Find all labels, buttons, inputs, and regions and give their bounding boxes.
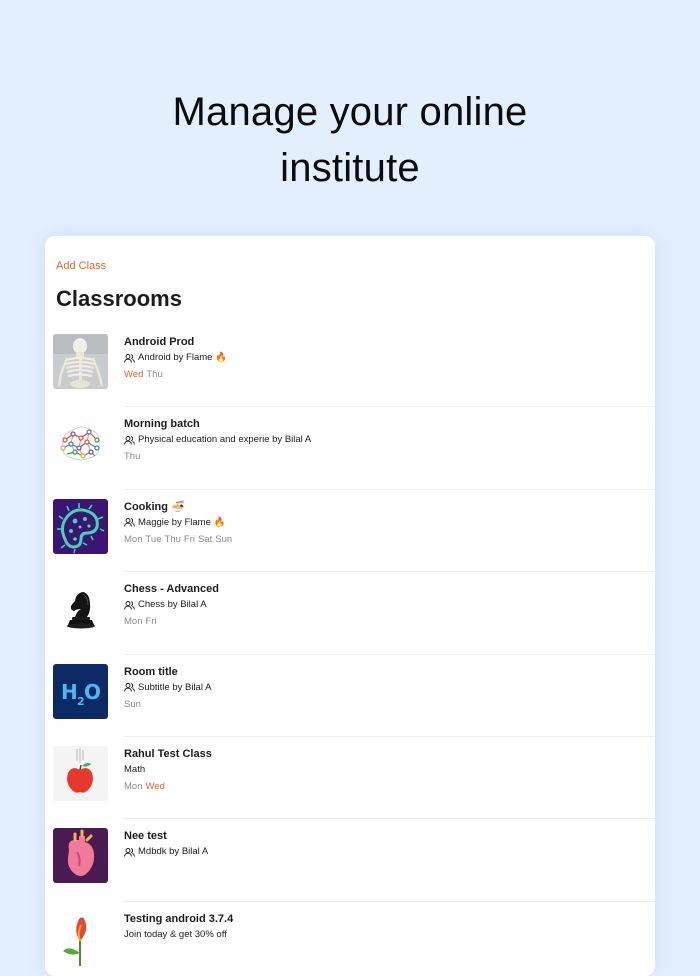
class-days: Mon Wed	[124, 780, 645, 793]
class-subtitle-text: Android by Flame 🔥	[138, 352, 227, 363]
skeleton-thumbnail	[53, 334, 108, 389]
h2o-thumbnail: H 2 O	[53, 663, 108, 719]
class-info: Testing android 3.7.4 Join today & get 30…	[124, 912, 645, 942]
class-info: Android Prod Android by Flame 🔥 Wed Thu	[124, 335, 645, 381]
class-title: Rahul Test Class	[124, 747, 212, 760]
class-subtitle: Join today & get 30% off	[124, 928, 645, 942]
people-icon	[124, 518, 138, 527]
class-row[interactable]: Testing android 3.7.4 Join today & get 30…	[45, 902, 655, 976]
day-label: Thu	[146, 369, 163, 380]
headline: Manage your online institute	[0, 84, 700, 196]
class-subtitle: Subtitle by Bilal A	[124, 681, 645, 695]
class-subtitle: Android by Flame 🔥	[124, 351, 645, 365]
class-info: Room title Subtitle by Bilal A Sun	[124, 665, 645, 711]
add-class-button[interactable]: Add Class	[56, 260, 106, 272]
day-label: Thu	[124, 451, 141, 463]
class-info: Nee test Mdbdk by Bilal A	[124, 829, 645, 859]
class-row[interactable]: H 2 O Room title Subtitle by Bilal A Sun	[45, 655, 655, 738]
class-title: Testing android 3.7.4	[124, 912, 234, 925]
class-subtitle-text: Mdbdk by Bilal A	[138, 846, 209, 858]
class-title: Room title	[124, 665, 178, 678]
chess-knight-thumbnail	[53, 581, 108, 637]
day-label: Tue	[145, 533, 162, 545]
people-icon	[124, 683, 138, 692]
class-row[interactable]: Rahul Test Class Math Mon Wed	[45, 737, 655, 820]
class-days: Mon Tue Thu Fri Sat Sun	[124, 533, 645, 546]
page-title: Classrooms	[56, 286, 182, 311]
day-label: Sun	[124, 698, 141, 710]
flower-thumbnail	[53, 910, 108, 966]
class-subtitle-text: Maggie by Flame 🔥	[138, 516, 226, 528]
svg-text:H: H	[61, 680, 78, 704]
people-icon	[124, 600, 138, 610]
day-label: Fri	[145, 616, 157, 628]
day-label: Mon	[124, 780, 143, 792]
classroom-list: Android Prod Android by Flame 🔥 Wed Thu Mor…	[45, 325, 655, 976]
class-subtitle: Chess by Bilal A	[124, 598, 645, 612]
microbe-thumbnail	[53, 498, 108, 554]
class-info: Cooking 🍜 Maggie by Flame 🔥 Mon Tue Thu Fri Sa…	[124, 500, 645, 546]
class-row[interactable]: Android Prod Android by Flame 🔥 Wed Thu	[45, 325, 655, 408]
class-info: Morning batch Physical education and expe…	[124, 417, 645, 463]
class-subtitle-text: Join today & get 30% off	[124, 928, 227, 940]
brain-network-thumbnail	[53, 416, 108, 472]
day-label: Mon	[124, 533, 143, 545]
class-days: Mon Fri	[124, 615, 645, 628]
class-title: Android Prod	[124, 336, 195, 348]
people-icon	[124, 353, 138, 363]
class-subtitle-text: Subtitle by Bilal A	[138, 681, 212, 693]
class-subtitle: Maggie by Flame 🔥	[124, 516, 645, 530]
svg-text:O: O	[84, 680, 101, 704]
class-info: Chess - Advanced Chess by Bilal A Mon Fri	[124, 582, 645, 628]
class-subtitle: Math	[124, 763, 645, 777]
headline-line-1: Manage your online	[172, 90, 528, 134]
class-info: Rahul Test Class Math Mon Wed	[124, 747, 645, 793]
class-subtitle-text: Physical education and experie by Bilal …	[138, 434, 312, 446]
class-title: Chess - Advanced	[124, 583, 219, 596]
people-icon	[124, 847, 138, 857]
heart-thumbnail	[53, 828, 108, 884]
class-title: Morning batch	[124, 418, 200, 431]
day-label: Thu	[164, 533, 181, 545]
class-subtitle-text: Math	[124, 763, 146, 775]
class-row[interactable]: Morning batch Physical education and expe…	[45, 407, 655, 491]
day-label: Mon	[124, 616, 143, 628]
class-row[interactable]: Cooking 🍜 Maggie by Flame 🔥 Mon Tue Thu Fri Sa…	[45, 490, 655, 573]
day-label: Wed	[145, 780, 165, 792]
class-days: Thu	[124, 450, 645, 463]
class-row[interactable]: Nee test Mdbdk by Bilal A	[45, 819, 655, 903]
class-subtitle: Physical education and experie by Bilal …	[124, 433, 645, 447]
class-subtitle: Mdbdk by Bilal A	[124, 845, 645, 859]
class-title: Nee test	[124, 830, 167, 843]
day-label: Sun	[215, 533, 233, 545]
day-label: Wed	[124, 369, 144, 380]
day-label: Sat	[197, 533, 213, 545]
class-row[interactable]: Chess - Advanced Chess by Bilal A Mon Fri	[45, 572, 655, 655]
class-title: Cooking 🍜	[124, 500, 185, 513]
classrooms-card: Add Class Classrooms Android Prod Android…	[45, 236, 655, 976]
class-subtitle-text: Chess by Bilal A	[138, 599, 207, 611]
apple-thumbnail	[53, 745, 108, 801]
class-days: Wed Thu	[124, 368, 645, 381]
class-days: Sun	[124, 698, 645, 711]
people-icon	[124, 435, 138, 445]
day-label: Fri	[183, 533, 195, 545]
headline-line-2: institute	[280, 146, 420, 190]
